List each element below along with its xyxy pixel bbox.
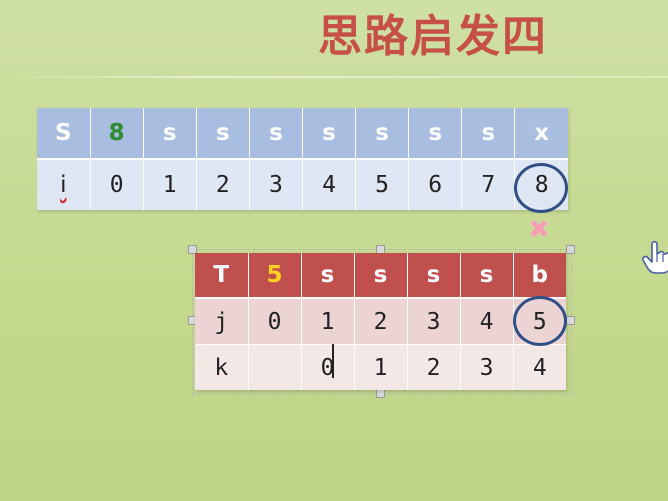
table-t-next-cell[interactable]: 1 <box>354 344 408 390</box>
table-s-index-cell: 7 <box>461 159 516 210</box>
table-t-index-cell: 1 <box>301 298 355 345</box>
table-s-row-s: S 8 s s s s s s s x <box>37 108 568 160</box>
table-t-row-label: T <box>195 253 249 299</box>
table-t-cell: s <box>407 253 461 299</box>
table-t-next-cell[interactable]: 0 <box>301 344 355 390</box>
table-t-cell: 5 <box>248 253 302 299</box>
table-t-index-cell: 3 <box>407 298 461 345</box>
table-s-index-cell: 3 <box>249 159 303 210</box>
table-s-row-i: i 0 1 2 3 4 5 6 7 8 <box>37 159 568 210</box>
table-t: T 5 s s s s b j 0 1 2 3 4 5 k 0 1 2 3 4 <box>195 253 566 390</box>
table-s-cell: s <box>355 108 410 160</box>
table-s-cell: s <box>249 108 303 160</box>
table-t-index-cell: 0 <box>248 298 302 345</box>
title-divider <box>0 76 668 78</box>
table-t-row-t: T 5 s s s s b <box>195 253 566 299</box>
table-t-next-cell[interactable] <box>248 344 302 390</box>
table-s-index-cell: 1 <box>143 159 197 210</box>
table-t-next-cell[interactable]: 2 <box>407 344 461 390</box>
table-t-row-k: k 0 1 2 3 4 <box>195 344 566 390</box>
resize-handle-top-right[interactable] <box>566 245 575 254</box>
slide-title: 思路启发四 <box>318 11 548 62</box>
highlight-circle-i <box>514 163 568 213</box>
table-s-cell: s <box>196 108 250 160</box>
table-t-row-j: j 0 1 2 3 4 5 <box>195 298 566 345</box>
resize-handle-bottom[interactable] <box>376 389 385 398</box>
table-s-cell: s <box>302 108 357 160</box>
table-s-index-cell: 2 <box>196 159 250 210</box>
table-s-cell: s <box>143 108 197 160</box>
table-s-index-cell: 5 <box>355 159 410 210</box>
highlight-circle-j <box>513 296 567 346</box>
table-s-row-label: S <box>37 108 91 160</box>
table-s-index-cell: 6 <box>408 159 463 210</box>
table-t-next-label: k <box>195 344 249 390</box>
table-t-index-cell: 2 <box>354 298 408 345</box>
table-s-cell: s <box>408 108 463 160</box>
table-t-index-label: j <box>195 298 249 345</box>
table-s-index-cell: 4 <box>302 159 357 210</box>
text-cursor <box>332 344 334 378</box>
table-t-cell: s <box>354 253 408 299</box>
hand-pointer-icon <box>642 240 668 274</box>
table-s-cell: 8 <box>90 108 144 160</box>
resize-handle-right[interactable] <box>566 316 575 325</box>
table-t-cell: s <box>301 253 355 299</box>
mismatch-cross-icon: ✖ <box>528 215 550 245</box>
table-t-next-cell[interactable]: 3 <box>460 344 514 390</box>
table-s: S 8 s s s s s s s x i 0 1 2 3 4 5 6 7 8 <box>37 108 568 210</box>
table-s-cell: x <box>514 108 568 160</box>
table-t-cell: s <box>460 253 514 299</box>
table-s-index-label: i <box>37 159 91 210</box>
table-t-index-cell: 4 <box>460 298 514 345</box>
table-s-index-cell: 0 <box>90 159 144 210</box>
table-t-cell: b <box>513 253 566 299</box>
table-s-cell: s <box>461 108 516 160</box>
table-t-next-cell[interactable]: 4 <box>513 344 566 390</box>
